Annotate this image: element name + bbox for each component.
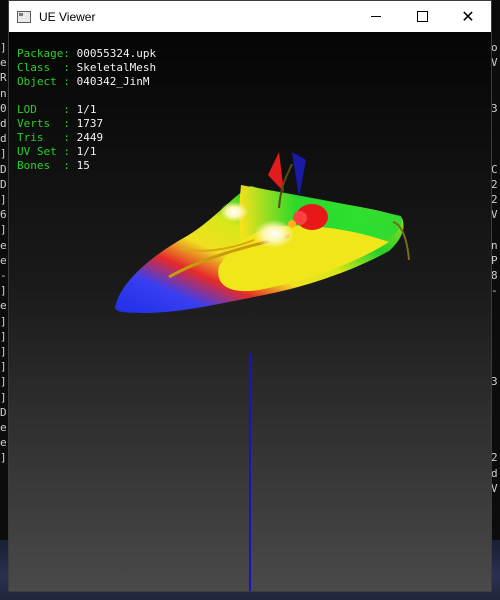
render-viewport[interactable]: Package: 00055324.upk Class : SkeletalMes… — [9, 32, 491, 591]
window-controls: ✕ — [353, 1, 491, 32]
close-button[interactable]: ✕ — [445, 1, 491, 32]
red-feather — [268, 152, 284, 192]
window-title: UE Viewer — [39, 9, 96, 24]
maximize-icon — [416, 11, 428, 22]
background-console-right: o V 3 C 2 2 V n P 8 - 3 2 d V — [491, 40, 500, 600]
minimize-icon — [371, 16, 381, 17]
close-icon: ✕ — [461, 6, 475, 26]
center-glow — [254, 220, 294, 248]
title-bar[interactable]: UE Viewer ✕ — [9, 1, 491, 32]
app-icon — [17, 10, 31, 23]
highlight-glow — [220, 202, 248, 222]
minimize-button[interactable] — [353, 1, 399, 32]
hat-mesh-render[interactable] — [9, 32, 491, 591]
ue-viewer-window[interactable]: UE Viewer ✕ Package: 00055324.upk Class :… — [8, 0, 492, 592]
blue-feather — [292, 152, 306, 197]
maximize-button[interactable] — [399, 1, 445, 32]
